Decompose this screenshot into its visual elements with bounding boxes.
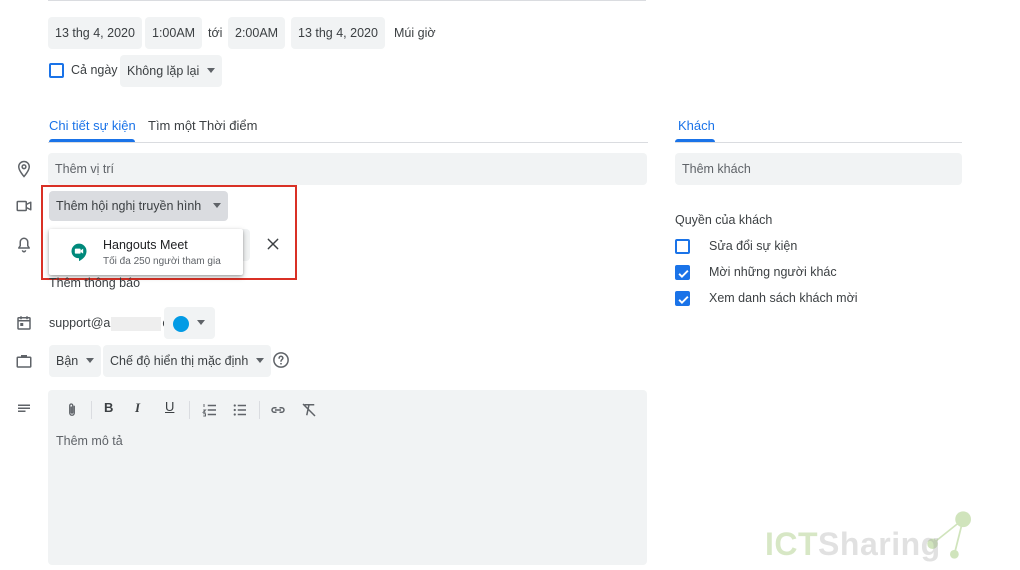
tab-event-details[interactable]: Chi tiết sự kiện [49,118,136,133]
visibility-dropdown[interactable]: Chế độ hiển thị mặc định [103,345,272,377]
italic-button[interactable]: I [135,400,140,416]
toolbar-separator [259,401,260,419]
all-day-checkbox[interactable] [49,63,64,78]
bell-icon [18,237,30,253]
chevron-down-icon [207,68,216,74]
tab-guests[interactable]: Khách [678,118,715,133]
chevron-down-icon [256,358,265,364]
timezone-button[interactable]: Múi giờ [394,26,436,40]
calendar-icon [17,316,31,330]
event-color-picker[interactable] [164,307,215,339]
close-icon[interactable] [265,236,281,252]
repeat-value: Không lặp lại [127,64,200,78]
toolbar-separator [91,401,92,419]
watermark-part2: Sharing [818,526,941,562]
permission-modify-checkbox[interactable] [675,239,690,254]
hangouts-meet-subtitle: Tối đa 250 người tham gia [103,256,221,267]
underline-button[interactable]: U [165,399,174,414]
start-date-button[interactable]: 13 thg 4, 2020 [48,17,142,49]
permission-see-list-label: Xem danh sách khách mời [709,291,858,305]
hangouts-meet-title: Hangouts Meet [103,238,188,252]
bold-button[interactable]: B [104,400,113,415]
chevron-down-icon [197,320,205,326]
toolbar-separator [189,401,190,419]
end-time-button[interactable]: 2:00AM [228,17,286,49]
permission-invite-checkbox[interactable] [675,265,690,280]
tabs-divider [48,142,648,143]
repeat-dropdown[interactable]: Không lặp lại [120,55,223,87]
guests-tab-divider [675,142,962,143]
clear-formatting-icon[interactable] [300,401,318,419]
numbered-list-icon[interactable] [201,401,219,419]
checkmark-icon [678,270,689,278]
permission-modify-label: Sửa đổi sự kiện [709,239,798,253]
add-guests-input[interactable]: Thêm khách [675,153,962,185]
add-notification-link[interactable]: Thêm thông báo [49,276,140,290]
help-icon[interactable] [272,351,290,369]
visibility-value: Chế độ hiển thị mặc định [110,354,249,368]
start-time-button[interactable]: 1:00AM [145,17,203,49]
watermark-logo: ICTSharing [765,526,941,563]
email-redaction [111,316,162,331]
video-camera-icon [16,200,32,212]
availability-value: Bận [56,354,79,368]
permission-invite-label: Mời những người khác [709,265,837,279]
to-label: tới [208,26,223,40]
tab-find-time[interactable]: Tìm một Thời điểm [148,118,257,133]
guest-permissions-title: Quyền của khách [675,213,773,227]
briefcase-icon [16,355,32,368]
checkmark-icon [678,296,689,304]
top-divider [48,0,646,1]
location-pin-icon [17,160,31,178]
email-prefix: support@a [49,316,111,330]
description-editor[interactable]: B I U Thêm mô tả [48,390,647,565]
location-input[interactable]: Thêm vị trí [48,153,647,185]
description-placeholder: Thêm mô tả [56,434,123,448]
hangouts-meet-option[interactable]: Hangouts Meet Tối đa 250 người tham gia [49,229,243,275]
permission-see-list-checkbox[interactable] [675,291,690,306]
bulleted-list-icon[interactable] [231,401,249,419]
color-dot [173,315,189,332]
end-date-button[interactable]: 13 thg 4, 2020 [291,17,385,49]
description-lines-icon [18,404,30,412]
conference-dropdown-menu: Hangouts Meet Tối đa 250 người tham gia [49,229,243,275]
availability-dropdown[interactable]: Bận [49,345,102,377]
link-icon[interactable] [269,401,287,419]
attachment-icon[interactable] [63,401,81,419]
all-day-label: Cả ngày [71,63,118,77]
watermark-part1: ICT [765,526,819,562]
chevron-down-icon [86,358,95,364]
hangouts-meet-icon [71,243,87,262]
